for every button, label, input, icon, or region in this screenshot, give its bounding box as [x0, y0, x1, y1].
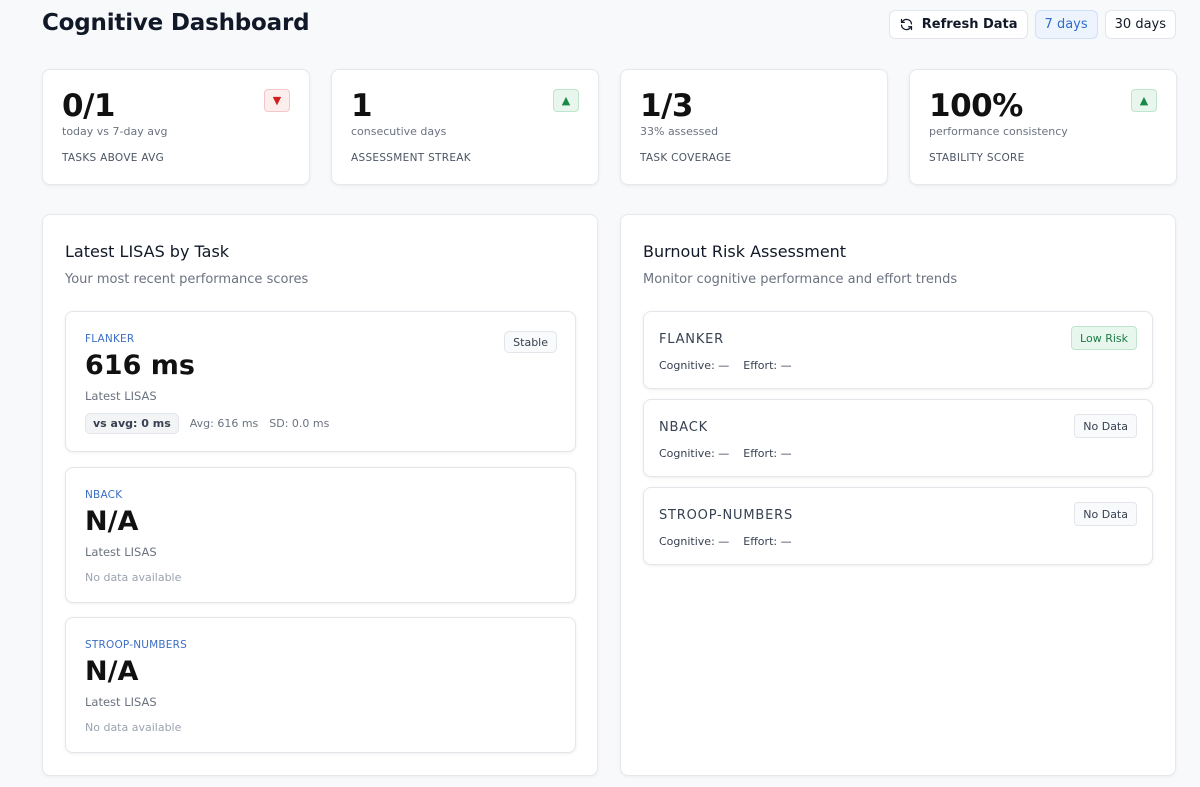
kpi-subtext: 33% assessed	[640, 125, 719, 138]
lisas-panel: Latest LISAS by Task Your most recent pe…	[42, 214, 598, 776]
risk-badge: No Data	[1074, 414, 1137, 438]
task-name: STROOP-NUMBERS	[85, 639, 187, 651]
risk-task-name: STROOP-NUMBERS	[659, 508, 794, 523]
kpi-card-tasks-above-avg: 0/1 ▼ today vs 7-day avg TASKS ABOVE AVG	[42, 69, 310, 185]
kpi-card-task-coverage: 1/3 33% assessed TASK COVERAGE	[620, 69, 888, 185]
task-stats: vs avg: 0 ms Avg: 616 ms SD: 0.0 ms	[85, 413, 329, 434]
kpi-value: 1/3	[640, 88, 693, 124]
task-card-stroop-numbers: STROOP-NUMBERS N/A Latest LISAS No data …	[65, 617, 576, 753]
task-card-nback: NBACK N/A Latest LISAS No data available	[65, 467, 576, 603]
risk-meta: Cognitive: — Effort: —	[659, 535, 792, 548]
risk-meta: Cognitive: — Effort: —	[659, 447, 792, 460]
task-caption: Latest LISAS	[85, 695, 157, 709]
risk-task-name: NBACK	[659, 420, 708, 435]
status-badge: Stable	[504, 331, 557, 353]
no-data-text: No data available	[85, 721, 182, 734]
kpi-label: TASKS ABOVE AVG	[62, 152, 165, 164]
effort-stat: Effort: —	[743, 359, 792, 372]
cognitive-stat: Cognitive: —	[659, 535, 730, 548]
kpi-value: 100%	[929, 88, 1023, 124]
kpi-label: TASK COVERAGE	[640, 152, 732, 164]
header-actions: Refresh Data 7 days 30 days	[888, 10, 1176, 39]
kpi-card-assessment-streak: 1 ▲ consecutive days ASSESSMENT STREAK	[331, 69, 599, 185]
task-value: N/A	[85, 656, 139, 687]
task-value: 616 ms	[85, 350, 195, 381]
task-name: NBACK	[85, 489, 123, 501]
page-header: Cognitive Dashboard Refresh Data 7 days …	[42, 10, 1176, 40]
kpi-subtext: today vs 7-day avg	[62, 125, 168, 138]
refresh-data-label: Refresh Data	[921, 17, 1018, 32]
kpi-value: 0/1	[62, 88, 115, 124]
trend-down-icon: ▼	[264, 89, 290, 112]
cognitive-stat: Cognitive: —	[659, 447, 730, 460]
task-caption: Latest LISAS	[85, 389, 157, 403]
cognitive-stat: Cognitive: —	[659, 359, 730, 372]
panel-subtitle: Monitor cognitive performance and effort…	[643, 272, 958, 287]
effort-stat: Effort: —	[743, 535, 792, 548]
risk-badge: Low Risk	[1071, 326, 1137, 350]
page-title: Cognitive Dashboard	[42, 10, 310, 36]
sd-stat: SD: 0.0 ms	[269, 417, 330, 430]
risk-badge: No Data	[1074, 502, 1137, 526]
trend-up-icon: ▲	[553, 89, 579, 112]
refresh-icon	[899, 17, 914, 32]
vs-avg-badge: vs avg: 0 ms	[85, 413, 179, 434]
kpi-value: 1	[351, 88, 373, 124]
task-card-flanker: FLANKER Stable 616 ms Latest LISAS vs av…	[65, 311, 576, 452]
task-caption: Latest LISAS	[85, 545, 157, 559]
risk-card-flanker: FLANKER Low Risk Cognitive: — Effort: —	[643, 311, 1153, 389]
kpi-subtext: consecutive days	[351, 125, 447, 138]
risk-card-stroop-numbers: STROOP-NUMBERS No Data Cognitive: — Effo…	[643, 487, 1153, 565]
panel-title: Latest LISAS by Task	[65, 242, 230, 261]
range-30-days-button[interactable]: 30 days	[1104, 10, 1176, 39]
trend-up-icon: ▲	[1131, 89, 1157, 112]
kpi-label: STABILITY SCORE	[929, 152, 1025, 164]
kpi-subtext: performance consistency	[929, 125, 1068, 138]
effort-stat: Effort: —	[743, 447, 792, 460]
kpi-card-stability-score: 100% ▲ performance consistency STABILITY…	[909, 69, 1177, 185]
risk-task-name: FLANKER	[659, 332, 725, 347]
panel-title: Burnout Risk Assessment	[643, 242, 847, 261]
risk-meta: Cognitive: — Effort: —	[659, 359, 792, 372]
panel-subtitle: Your most recent performance scores	[65, 272, 309, 287]
kpi-label: ASSESSMENT STREAK	[351, 152, 471, 164]
range-7-days-button[interactable]: 7 days	[1034, 10, 1098, 39]
no-data-text: No data available	[85, 571, 182, 584]
task-value: N/A	[85, 506, 139, 537]
avg-stat: Avg: 616 ms	[189, 417, 259, 430]
task-name: FLANKER	[85, 333, 135, 345]
risk-card-nback: NBACK No Data Cognitive: — Effort: —	[643, 399, 1153, 477]
burnout-panel: Burnout Risk Assessment Monitor cognitiv…	[620, 214, 1176, 776]
refresh-data-button[interactable]: Refresh Data	[888, 10, 1028, 39]
